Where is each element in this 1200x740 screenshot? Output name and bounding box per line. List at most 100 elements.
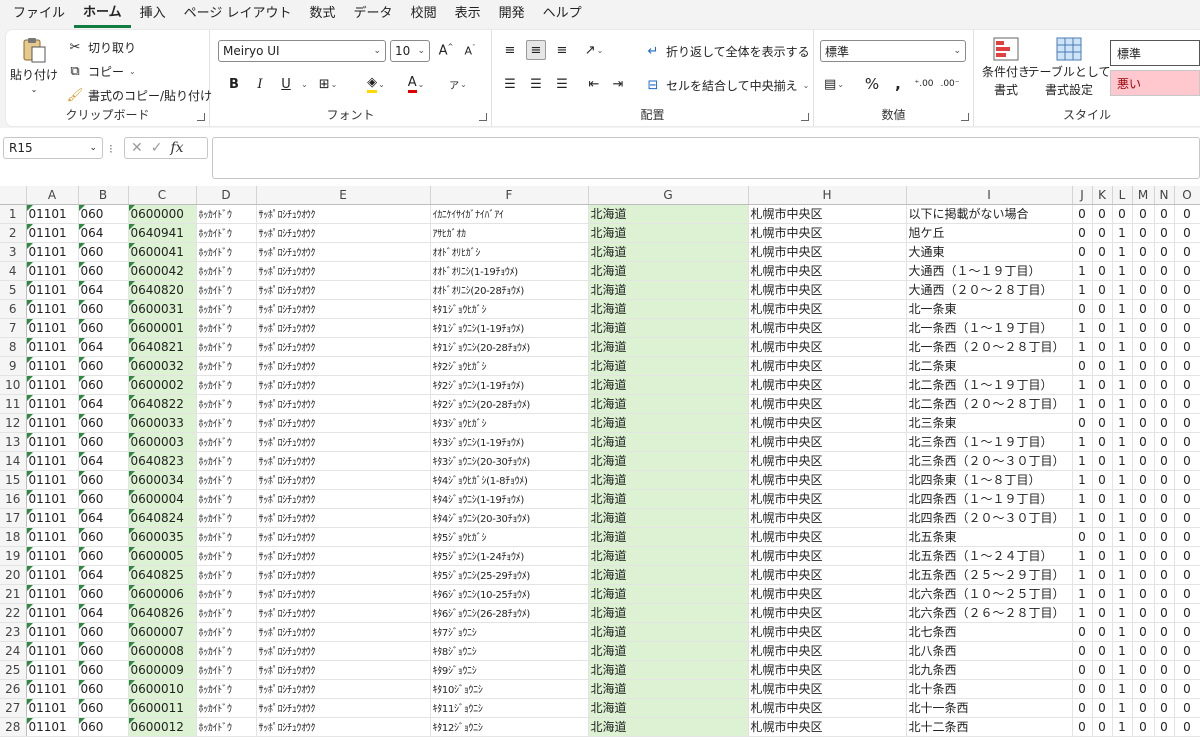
cell-f[interactable]: ｷﾀ1ｼﾞｮｳﾆｼ(1-19ﾁｮｳﾒ) bbox=[430, 318, 589, 338]
cell-o[interactable]: 0 bbox=[1174, 375, 1200, 395]
cell-c[interactable]: 0600042 bbox=[128, 261, 197, 281]
row-header[interactable]: 25 bbox=[0, 660, 27, 680]
cell-g[interactable]: 北海道 bbox=[588, 261, 749, 281]
cell-o[interactable]: 0 bbox=[1174, 356, 1200, 376]
orientation-button[interactable]: ↗ ⌄ bbox=[584, 40, 604, 60]
cell-b[interactable]: 060 bbox=[78, 470, 129, 490]
increase-decimal-button[interactable]: ⁺.00 bbox=[914, 74, 934, 94]
cell-m[interactable]: 0 bbox=[1132, 299, 1155, 319]
tab-formulas[interactable]: 数式 bbox=[301, 0, 345, 28]
cell-o[interactable]: 0 bbox=[1174, 337, 1200, 357]
enter-icon[interactable]: ✓ bbox=[151, 140, 163, 156]
cell-l[interactable]: 1 bbox=[1112, 451, 1133, 471]
cell-d[interactable]: ﾎｯｶｲﾄﾞｳ bbox=[196, 261, 257, 281]
cell-c[interactable]: 0600000 bbox=[128, 204, 197, 224]
cell-k[interactable]: 0 bbox=[1092, 717, 1113, 737]
cell-h[interactable]: 札幌市中央区 bbox=[748, 508, 907, 528]
cell-d[interactable]: ﾎｯｶｲﾄﾞｳ bbox=[196, 546, 257, 566]
row-header[interactable]: 15 bbox=[0, 470, 27, 490]
row-header[interactable]: 17 bbox=[0, 508, 27, 528]
cell-e[interactable]: ｻｯﾎﾟﾛｼﾁｭｳｵｳｸ bbox=[256, 508, 431, 528]
cell-e[interactable]: ｻｯﾎﾟﾛｼﾁｭｳｵｳｸ bbox=[256, 584, 431, 604]
cell-h[interactable]: 札幌市中央区 bbox=[748, 261, 907, 281]
cell-g[interactable]: 北海道 bbox=[588, 470, 749, 490]
cell-c[interactable]: 0640826 bbox=[128, 603, 197, 623]
column-header[interactable]: M bbox=[1132, 186, 1155, 205]
cell-g[interactable]: 北海道 bbox=[588, 622, 749, 642]
cell-n[interactable]: 0 bbox=[1154, 242, 1175, 262]
cell-d[interactable]: ﾎｯｶｲﾄﾞｳ bbox=[196, 299, 257, 319]
cell-a[interactable]: 01101 bbox=[26, 337, 79, 357]
row-header[interactable]: 1 bbox=[0, 204, 27, 224]
row-header[interactable]: 3 bbox=[0, 242, 27, 262]
cell-g[interactable]: 北海道 bbox=[588, 299, 749, 319]
cell-i[interactable]: 北一条西（２０～２８丁目） bbox=[906, 337, 1073, 357]
row-header[interactable]: 13 bbox=[0, 432, 27, 452]
cell-d[interactable]: ﾎｯｶｲﾄﾞｳ bbox=[196, 565, 257, 585]
cell-i[interactable]: 北七条西 bbox=[906, 622, 1073, 642]
cell-n[interactable]: 0 bbox=[1154, 280, 1175, 300]
row-header[interactable]: 5 bbox=[0, 280, 27, 300]
cell-b[interactable]: 064 bbox=[78, 280, 129, 300]
column-header[interactable]: D bbox=[196, 186, 257, 205]
cell-o[interactable]: 0 bbox=[1174, 641, 1200, 661]
cell-c[interactable]: 0600009 bbox=[128, 660, 197, 680]
cell-c[interactable]: 0640941 bbox=[128, 223, 197, 243]
cell-n[interactable]: 0 bbox=[1154, 660, 1175, 680]
cell-j[interactable]: 1 bbox=[1072, 565, 1093, 585]
cell-g[interactable]: 北海道 bbox=[588, 698, 749, 718]
cell-g[interactable]: 北海道 bbox=[588, 204, 749, 224]
cell-j[interactable]: 1 bbox=[1072, 261, 1093, 281]
cell-m[interactable]: 0 bbox=[1132, 508, 1155, 528]
align-right-button[interactable]: ☰ bbox=[552, 74, 572, 94]
column-header[interactable]: L bbox=[1112, 186, 1133, 205]
cell-k[interactable]: 0 bbox=[1092, 603, 1113, 623]
cell-a[interactable]: 01101 bbox=[26, 375, 79, 395]
cell-m[interactable]: 0 bbox=[1132, 584, 1155, 604]
cell-c[interactable]: 0640820 bbox=[128, 280, 197, 300]
cell-e[interactable]: ｻｯﾎﾟﾛｼﾁｭｳｵｳｸ bbox=[256, 299, 431, 319]
cell-f[interactable]: ｷﾀ3ｼﾞｮｳﾆｼ(20-30ﾁｮｳﾒ) bbox=[430, 451, 589, 471]
cell-l[interactable]: 1 bbox=[1112, 261, 1133, 281]
cell-d[interactable]: ﾎｯｶｲﾄﾞｳ bbox=[196, 375, 257, 395]
cell-b[interactable]: 060 bbox=[78, 622, 129, 642]
cell-e[interactable]: ｻｯﾎﾟﾛｼﾁｭｳｵｳｸ bbox=[256, 717, 431, 737]
cell-d[interactable]: ﾎｯｶｲﾄﾞｳ bbox=[196, 223, 257, 243]
cell-f[interactable]: ｷﾀ5ｼﾞｮｳﾆｼ(25-29ﾁｮｳﾒ) bbox=[430, 565, 589, 585]
cell-l[interactable]: 1 bbox=[1112, 622, 1133, 642]
cell-c[interactable]: 0600041 bbox=[128, 242, 197, 262]
row-header[interactable]: 6 bbox=[0, 299, 27, 319]
cell-f[interactable]: ｷﾀ5ｼﾞｮｳﾋｶﾞｼ bbox=[430, 527, 589, 547]
row-header[interactable]: 10 bbox=[0, 375, 27, 395]
cell-k[interactable]: 0 bbox=[1092, 622, 1113, 642]
cell-i[interactable]: 北四条西（１～１９丁目） bbox=[906, 489, 1073, 509]
cell-n[interactable]: 0 bbox=[1154, 432, 1175, 452]
comma-style-button[interactable]: , bbox=[888, 74, 908, 94]
cell-j[interactable]: 1 bbox=[1072, 280, 1093, 300]
cell-h[interactable]: 札幌市中央区 bbox=[748, 356, 907, 376]
cell-f[interactable]: ｷﾀ1ｼﾞｮｳﾋｶﾞｼ bbox=[430, 299, 589, 319]
cell-b[interactable]: 064 bbox=[78, 337, 129, 357]
increase-indent-button[interactable]: ⇥ bbox=[608, 74, 628, 94]
cell-l[interactable]: 1 bbox=[1112, 280, 1133, 300]
cell-f[interactable]: ｷﾀ4ｼﾞｮｳﾆｼ(20-30ﾁｮｳﾒ) bbox=[430, 508, 589, 528]
row-header[interactable]: 11 bbox=[0, 394, 27, 414]
cell-o[interactable]: 0 bbox=[1174, 204, 1200, 224]
cell-o[interactable]: 0 bbox=[1174, 508, 1200, 528]
cell-m[interactable]: 0 bbox=[1132, 451, 1155, 471]
cell-l[interactable]: 1 bbox=[1112, 223, 1133, 243]
column-header[interactable]: H bbox=[748, 186, 907, 205]
cell-h[interactable]: 札幌市中央区 bbox=[748, 622, 907, 642]
cell-m[interactable]: 0 bbox=[1132, 622, 1155, 642]
cell-g[interactable]: 北海道 bbox=[588, 584, 749, 604]
cell-a[interactable]: 01101 bbox=[26, 717, 79, 737]
alignment-launcher-icon[interactable] bbox=[801, 113, 809, 121]
cell-a[interactable]: 01101 bbox=[26, 280, 79, 300]
cell-c[interactable]: 0600002 bbox=[128, 375, 197, 395]
cell-h[interactable]: 札幌市中央区 bbox=[748, 299, 907, 319]
cell-k[interactable]: 0 bbox=[1092, 356, 1113, 376]
cell-c[interactable]: 0640824 bbox=[128, 508, 197, 528]
cell-f[interactable]: ｷﾀ9ｼﾞｮｳﾆｼ bbox=[430, 660, 589, 680]
cell-m[interactable]: 0 bbox=[1132, 356, 1155, 376]
cell-k[interactable]: 0 bbox=[1092, 565, 1113, 585]
